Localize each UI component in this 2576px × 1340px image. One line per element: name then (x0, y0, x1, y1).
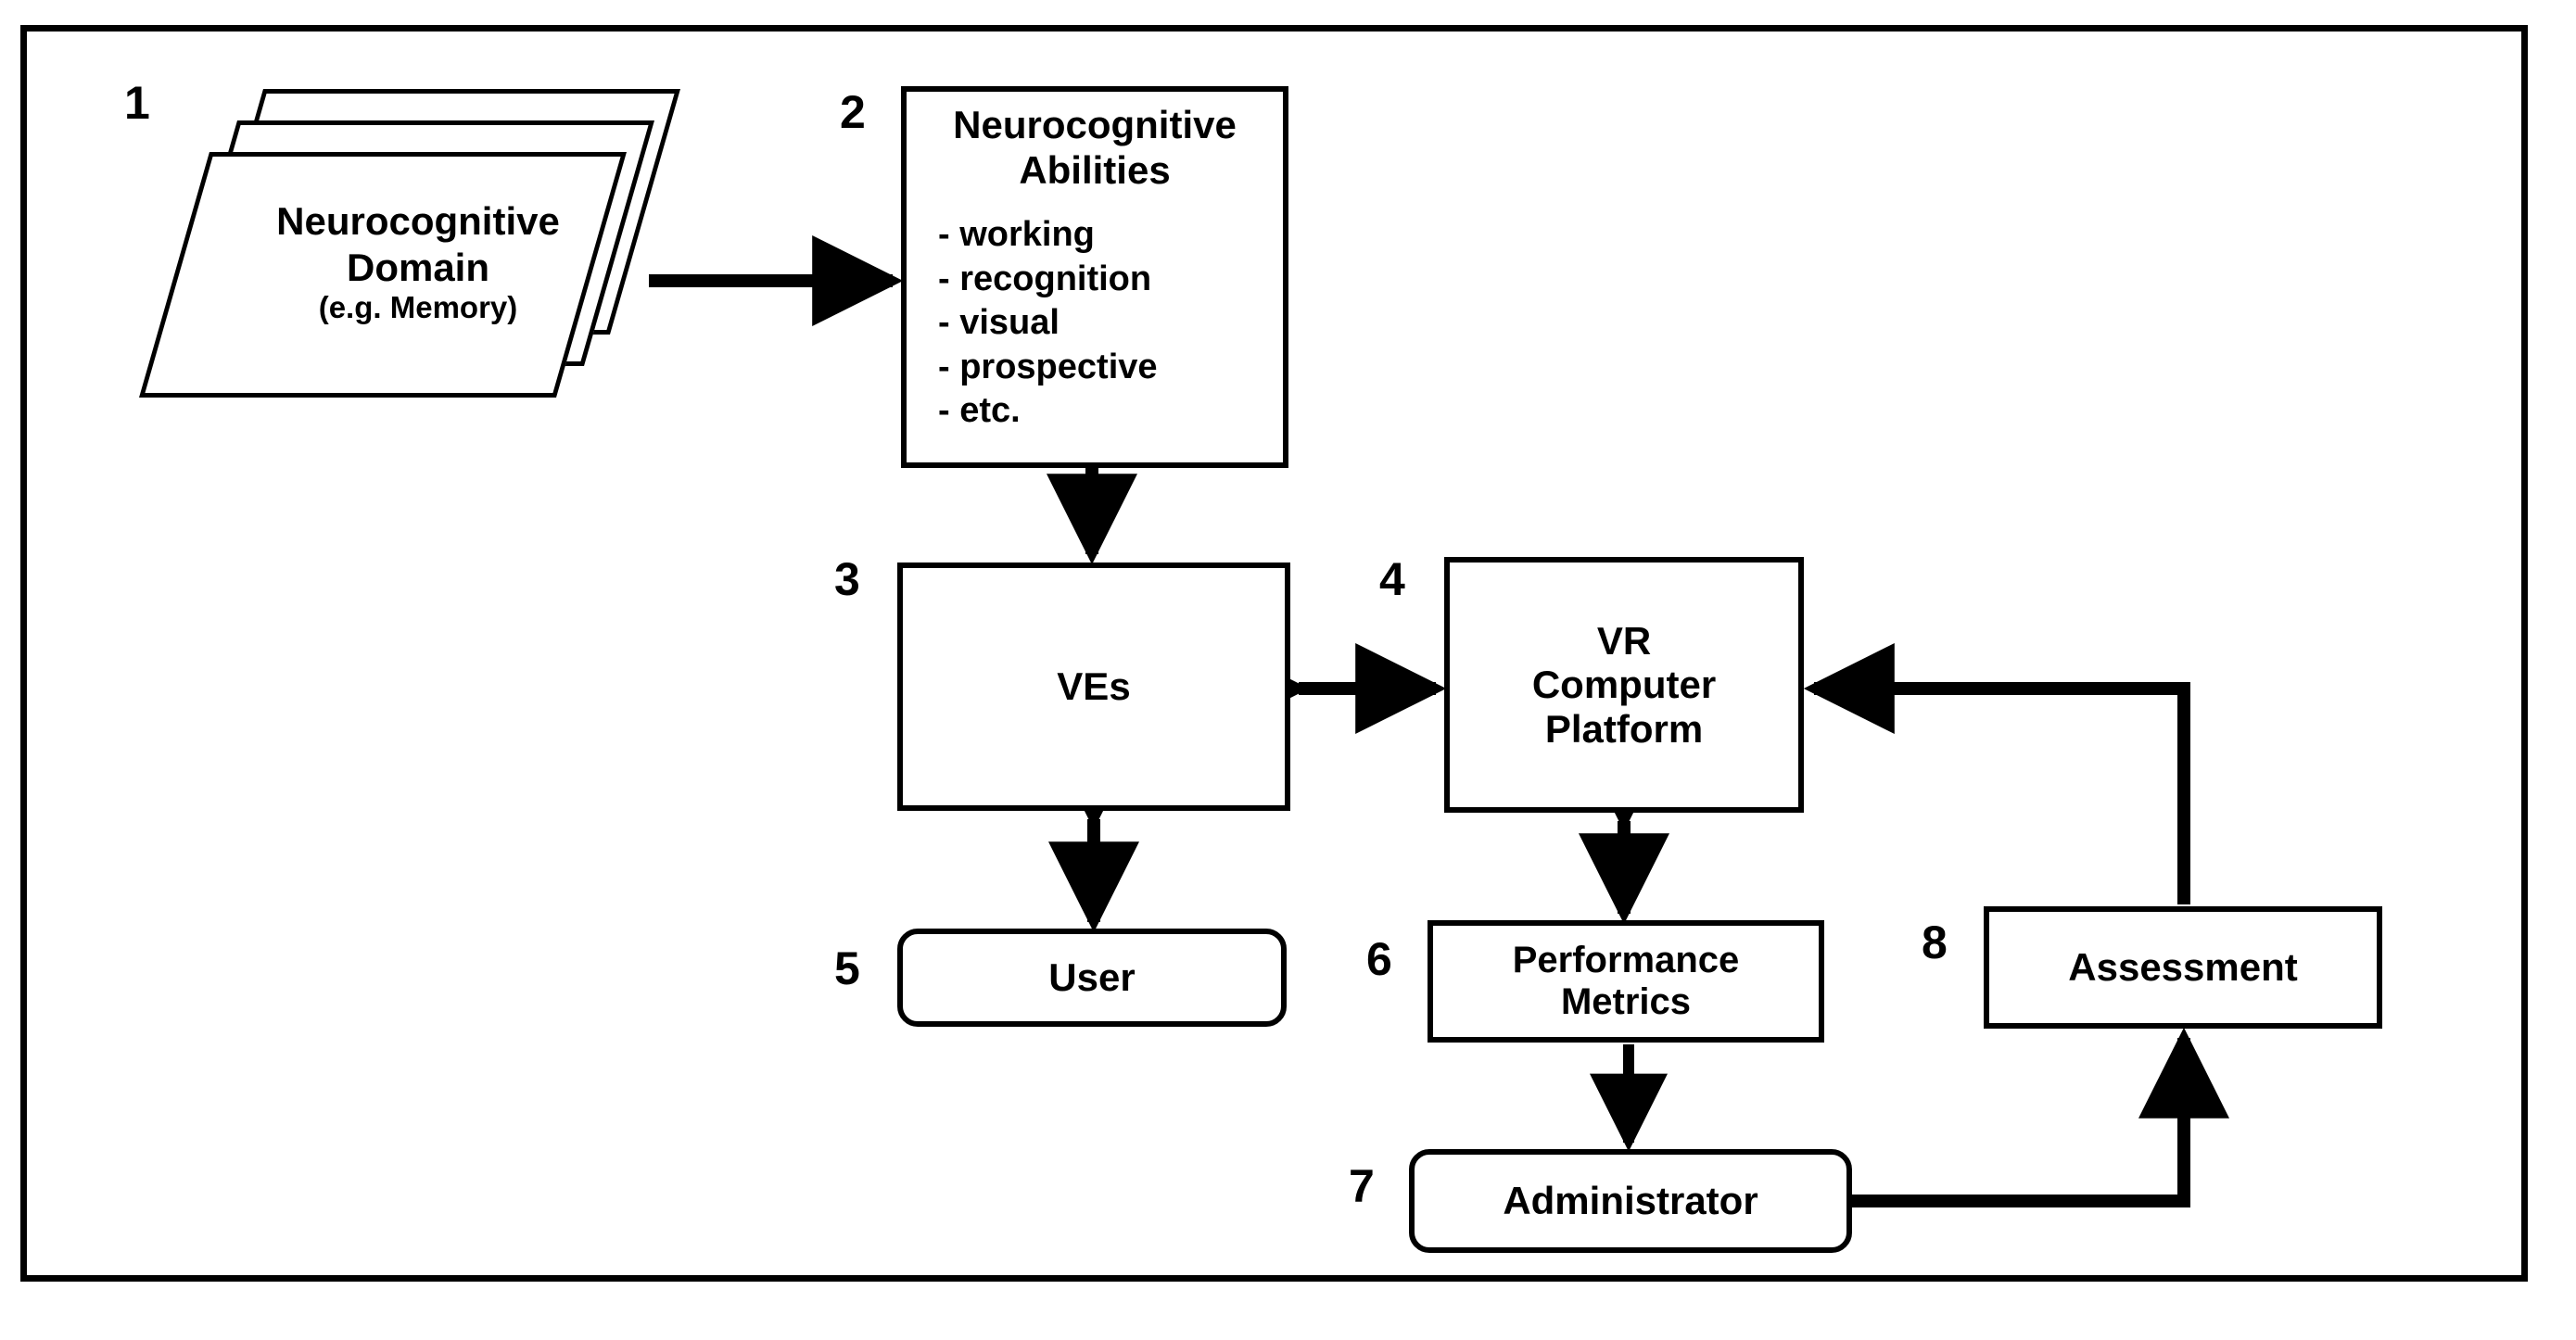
node-performance-metrics[interactable]: Performance Metrics (1428, 920, 1824, 1043)
performance-metrics-text: Performance Metrics (1513, 940, 1740, 1023)
node-number-4: 4 (1379, 553, 1405, 605)
administrator-label: Administrator (1503, 1179, 1758, 1223)
node-number-2: 2 (840, 86, 866, 138)
node-number-8: 8 (1922, 917, 1948, 968)
node-neurocognitive-domain[interactable]: Neurocognitive Domain (e.g. Memory) (128, 89, 680, 427)
list-item: - working (938, 215, 1095, 255)
list-item: - prospective (938, 347, 1158, 386)
node-number-5: 5 (834, 942, 860, 994)
performance-metrics-line-2: Metrics (1560, 981, 1692, 1022)
node-neurocognitive-abilities[interactable]: Neurocognitive Abilities - working - rec… (901, 86, 1288, 468)
list-item: - recognition (938, 259, 1152, 298)
node-number-6: 6 (1366, 933, 1392, 985)
domain-line-2: Domain (346, 245, 489, 289)
abilities-heading-line-1: Neurocognitive (953, 103, 1237, 146)
user-label: User (1048, 955, 1136, 1000)
node-user[interactable]: User (897, 929, 1287, 1027)
diagram-canvas: 1 Neurocognitive Domain (e.g. Memory) 2 … (0, 0, 2576, 1340)
node-administrator[interactable]: Administrator (1409, 1149, 1852, 1253)
domain-line-3: (e.g. Memory) (318, 290, 518, 325)
node-number-3: 3 (834, 553, 860, 605)
node-ves[interactable]: VEs (897, 563, 1290, 811)
abilities-heading: Neurocognitive Abilities (907, 103, 1283, 193)
domain-sheet-text: Neurocognitive Domain (e.g. Memory) (237, 198, 599, 326)
vr-platform-line-2: Computer (1531, 663, 1717, 707)
vr-platform-line-3: Platform (1544, 706, 1704, 751)
domain-line-1: Neurocognitive (276, 199, 560, 243)
ves-label: VEs (1057, 664, 1131, 709)
node-vr-computer-platform[interactable]: VR Computer Platform (1444, 557, 1804, 813)
node-assessment[interactable]: Assessment (1984, 906, 2382, 1029)
vr-platform-line-1: VR (1596, 619, 1652, 664)
node-number-7: 7 (1349, 1160, 1375, 1212)
vr-platform-text: VR Computer Platform (1532, 619, 1716, 750)
list-item: - visual (938, 303, 1060, 343)
performance-metrics-line-1: Performance (1512, 940, 1740, 981)
abilities-heading-line-2: Abilities (1019, 147, 1171, 192)
list-item: - etc. (938, 391, 1021, 431)
assessment-label: Assessment (2068, 945, 2298, 990)
abilities-bullet-list: - working - recognition - visual - prosp… (907, 213, 1158, 434)
